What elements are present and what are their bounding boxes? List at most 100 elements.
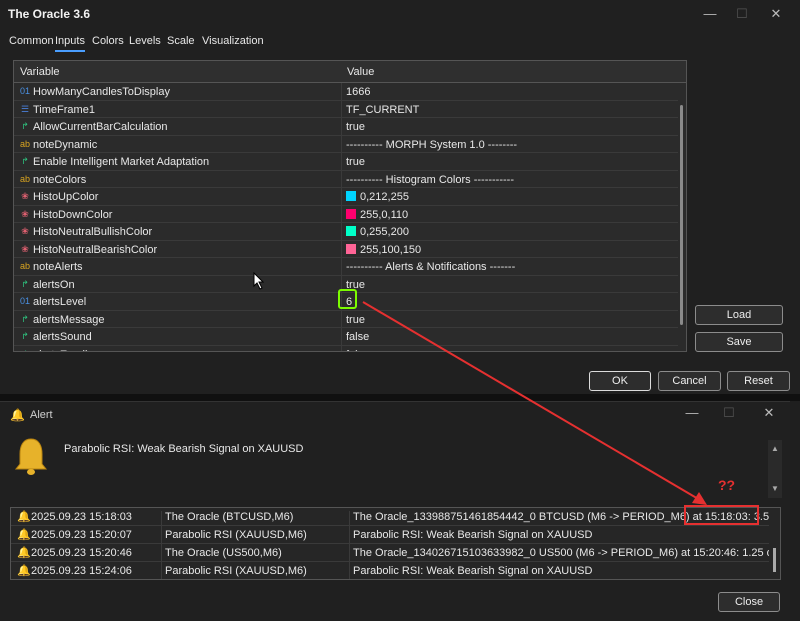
- message-scrollbar[interactable]: ▲ ▼: [768, 440, 782, 498]
- value-text: TF_CURRENT: [346, 103, 420, 116]
- variable-name: HowManyCandlesToDisplay: [33, 86, 170, 98]
- value-text: 0,212,255: [360, 191, 409, 203]
- close-icon[interactable]: ✕: [768, 6, 784, 22]
- alert-list: 🔔 2025.09.23 15:18:03 The Oracle (BTCUSD,M…: [10, 507, 781, 580]
- alert-row[interactable]: 🔔 2025.09.23 15:20:46 The Oracle (US500,M6…: [11, 544, 769, 565]
- column-divider: [341, 223, 342, 240]
- color-swatch[interactable]: [346, 208, 356, 219]
- alert-source: The Oracle (BTCUSD,M6): [165, 511, 294, 523]
- text-icon: ab: [19, 173, 30, 184]
- value-text: 255,100,150: [360, 243, 422, 256]
- variable-name: Enable Intelligent Market Adaptation: [33, 156, 210, 168]
- grid-row[interactable]: ❀ HistoUpColor 0,212,255: [14, 188, 678, 206]
- inputs-grid: Variable Value 01 HowManyCandlesToDisplay…: [13, 60, 687, 352]
- alert-minimize-icon[interactable]: —: [684, 405, 700, 421]
- grid-row[interactable]: ↱ alertsMessage true: [14, 310, 678, 328]
- value-text: 1666: [346, 86, 371, 98]
- variable-name: AllowCurrentBarCalculation: [33, 121, 168, 133]
- variable-column-header: Variable: [20, 66, 60, 78]
- variable-name: alertsOn: [33, 278, 75, 291]
- tab-inputs[interactable]: Inputs: [55, 34, 85, 52]
- variable-name: noteDynamic: [33, 138, 98, 151]
- alert-row[interactable]: 🔔 2025.09.23 15:20:07 Parabolic RSI (XAUUS…: [11, 526, 769, 547]
- alert-source: Parabolic RSI (XAUUSD,M6): [165, 529, 307, 541]
- variable-value[interactable]: true: [346, 156, 365, 168]
- grid-row[interactable]: ☰ TimeFrame1 TF_CURRENT: [14, 100, 678, 118]
- variable-value[interactable]: false: [346, 349, 369, 352]
- grid-row[interactable]: ↱ AllowCurrentBarCalculation true: [14, 118, 678, 136]
- window-title: The Oracle 3.6: [8, 7, 91, 21]
- value-text: ---------- Histogram Colors -----------: [346, 173, 515, 186]
- variable-value[interactable]: ---------- MORPH System 1.0 --------: [346, 139, 517, 151]
- variable-value[interactable]: TF_CURRENT: [346, 104, 419, 116]
- alert-source: The Oracle (US500,M6): [165, 547, 282, 559]
- color-swatch[interactable]: [346, 226, 356, 236]
- column-divider: [341, 100, 342, 118]
- grid-row[interactable]: ↱alertsEmail false: [14, 345, 678, 352]
- grid-row[interactable]: ab noteDynamic ---------- MORPH System 1.0…: [14, 135, 678, 153]
- bell-icon: [14, 438, 48, 475]
- grid-row[interactable]: ❀ HistoDownColor 255,0,110: [14, 205, 678, 223]
- alert-close-icon[interactable]: ✕: [761, 405, 777, 421]
- variable-value[interactable]: true: [346, 314, 365, 326]
- alert-text: Parabolic RSI: Weak Bearish Signal on XA…: [353, 529, 593, 541]
- grid-row[interactable]: 01 alertsLevel 6: [14, 293, 678, 311]
- column-divider: [349, 565, 350, 579]
- color-icon: ❀: [21, 191, 29, 201]
- alert-close-button[interactable]: Close: [718, 592, 780, 612]
- grid-scrollbar[interactable]: [678, 83, 686, 351]
- bell-row-icon: 🔔: [17, 529, 31, 541]
- grid-row[interactable]: ❀ HistoNeutralBullishColor 0,255,200: [14, 223, 678, 241]
- alert-row[interactable]: 🔔 2025.09.23 15:18:03 The Oracle (BTCUSD,M…: [11, 508, 769, 529]
- tab-visualization[interactable]: Visualization: [202, 34, 264, 52]
- tab-colors[interactable]: Colors: [92, 34, 124, 52]
- variable-value[interactable]: 6: [346, 296, 352, 308]
- column-divider: [341, 205, 342, 223]
- bool-icon: ↱: [21, 313, 29, 324]
- column-divider: [341, 153, 342, 170]
- grid-row[interactable]: ❀ HistoNeutralBearishColor 255,100,150: [14, 240, 678, 258]
- scroll-up-icon[interactable]: ▲: [771, 444, 779, 453]
- bool-icon: ↱: [21, 156, 29, 166]
- reset-button[interactable]: Reset: [727, 371, 790, 391]
- variable-value[interactable]: true: [346, 121, 365, 133]
- ok-button[interactable]: OK: [589, 371, 651, 391]
- text-icon: ab: [19, 261, 30, 271]
- alert-row[interactable]: 🔔 2025.09.23 15:24:06 Parabolic RSI (XAUUS…: [11, 562, 769, 579]
- load-button[interactable]: Load: [695, 305, 783, 325]
- minimize-icon[interactable]: —: [702, 6, 718, 22]
- value-text: ---------- Alerts & Notifications ------…: [346, 261, 516, 273]
- variable-value[interactable]: 0,212,255: [346, 191, 409, 203]
- color-swatch[interactable]: [346, 243, 356, 254]
- grid-row[interactable]: ab noteColors ---------- Histogram Colors …: [14, 170, 678, 188]
- variable-value[interactable]: 255,100,150: [346, 243, 422, 256]
- tab-levels[interactable]: Levels: [129, 34, 161, 52]
- alert-maximize-icon: ☐: [723, 405, 735, 420]
- variable-name: noteColors: [33, 173, 87, 186]
- variable-value[interactable]: 255,0,110: [346, 208, 408, 221]
- grid-scroll-thumb[interactable]: [680, 105, 683, 325]
- scroll-down-icon[interactable]: ▼: [771, 484, 779, 493]
- grid-row[interactable]: 01 HowManyCandlesToDisplay 1666: [14, 83, 678, 101]
- grid-row[interactable]: ↱ alertsOn true: [14, 275, 678, 293]
- color-swatch[interactable]: [346, 191, 356, 201]
- variable-value[interactable]: ---------- Histogram Colors -----------: [346, 174, 514, 186]
- column-divider: [341, 135, 342, 153]
- variable-value[interactable]: 1666: [346, 86, 370, 98]
- variable-value[interactable]: false: [346, 331, 369, 343]
- variable-value[interactable]: true: [346, 279, 365, 291]
- alert-list-scrollbar[interactable]: [770, 508, 780, 579]
- grid-row[interactable]: ↱ Enable Intelligent Market Adaptation tru…: [14, 153, 678, 171]
- tab-common[interactable]: Common: [9, 34, 54, 52]
- tab-scale[interactable]: Scale: [167, 34, 195, 52]
- grid-row[interactable]: ab noteAlerts ---------- Alerts & Notifica…: [14, 258, 678, 276]
- value-text: true: [346, 121, 365, 133]
- variable-value[interactable]: ---------- Alerts & Notifications ------…: [346, 261, 515, 273]
- variable-value[interactable]: 0,255,200: [346, 226, 409, 238]
- save-button[interactable]: Save: [695, 332, 783, 352]
- variable-name: alertsEmail: [33, 349, 87, 352]
- grid-row[interactable]: ↱ alertsSound false: [14, 328, 678, 346]
- alert-list-thumb[interactable]: [773, 548, 776, 572]
- column-divider: [341, 310, 342, 328]
- cancel-button[interactable]: Cancel: [658, 371, 721, 391]
